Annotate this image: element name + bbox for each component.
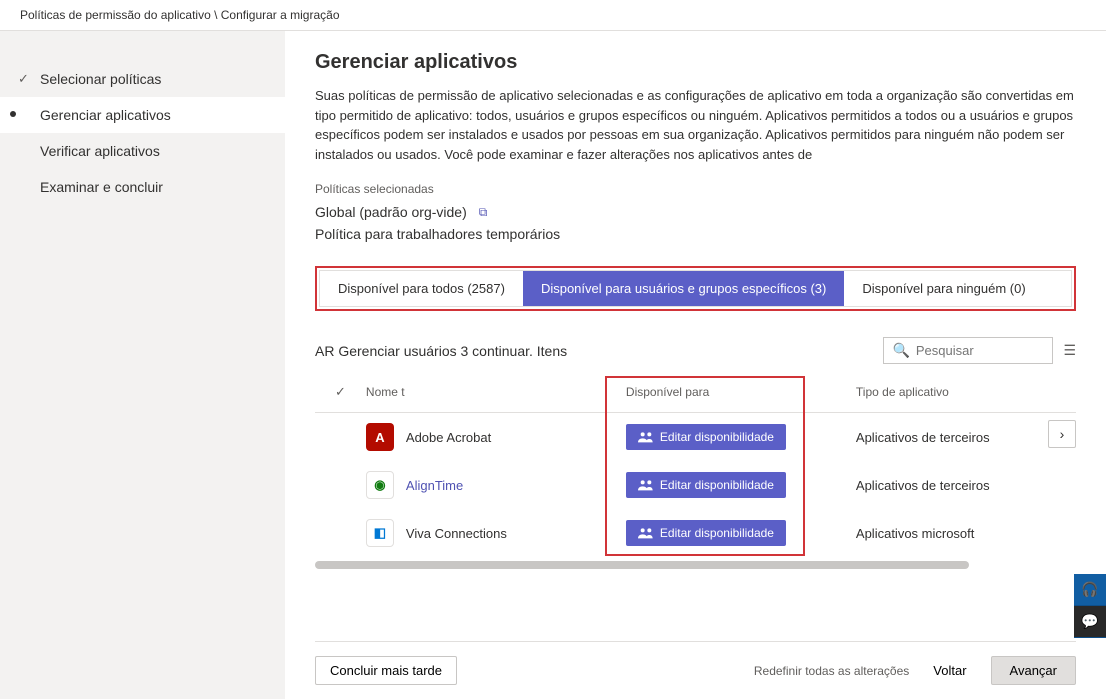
app-type: Aplicativos de terceiros [846, 413, 1076, 462]
side-action-bar: 🎧 💬 [1074, 574, 1106, 638]
tab-available-specific[interactable]: Disponível para usuários e grupos especí… [523, 271, 844, 306]
search-icon: 🔍 [892, 342, 909, 359]
edit-availability-button[interactable]: Editar disponibilidade [626, 520, 786, 546]
search-input[interactable] [916, 343, 1045, 358]
availability-tabs: Disponível para todos (2587) Disponível … [319, 270, 1072, 307]
edit-availability-button[interactable]: Editar disponibilidade [626, 472, 786, 498]
page-description: Suas políticas de permissão de aplicativ… [315, 86, 1076, 164]
app-type: Aplicativos de terceiros [846, 461, 1076, 509]
table-row[interactable]: A Adobe Acrobat Editar disponibilidade A… [315, 413, 1076, 462]
people-icon [638, 479, 654, 491]
app-icon-viva: ◧ [366, 519, 394, 547]
wizard-footer: Concluir mais tarde Redefinir todas as a… [315, 641, 1076, 699]
apps-table-area: › ✓ Nome t Disponível para Tipo de aplic… [315, 372, 1076, 569]
people-icon [638, 527, 654, 539]
app-type: Aplicativos microsoft [846, 509, 1076, 557]
step-verify-apps[interactable]: Verificar aplicativos [0, 133, 285, 169]
apps-table: ✓ Nome t Disponível para Tipo de aplicat… [315, 372, 1076, 557]
main-content: Gerenciar aplicativos Suas políticas de … [285, 31, 1106, 699]
table-toolbar: AR Gerenciar usuários 3 continuar. Itens… [315, 329, 1076, 372]
table-row[interactable]: ◧ Viva Connections Editar disponibilidad… [315, 509, 1076, 557]
app-icon-acrobat: A [366, 423, 394, 451]
edit-availability-button[interactable]: Editar disponibilidade [626, 424, 786, 450]
next-button[interactable]: Avançar [991, 656, 1076, 685]
tab-available-all[interactable]: Disponível para todos (2587) [320, 271, 523, 306]
column-name[interactable]: Nome t [356, 372, 616, 413]
finish-later-button[interactable]: Concluir mais tarde [315, 656, 457, 685]
step-select-policies[interactable]: Selecionar políticas [0, 61, 285, 97]
column-available[interactable]: Disponível para [616, 372, 846, 413]
app-name: Adobe Acrobat [406, 430, 491, 445]
help-headset-icon[interactable]: 🎧 [1074, 574, 1106, 606]
feedback-chat-icon[interactable]: 💬 [1074, 606, 1106, 638]
horizontal-scrollbar[interactable] [315, 561, 969, 569]
back-button[interactable]: Voltar [919, 657, 980, 684]
column-type[interactable]: Tipo de aplicativo [846, 372, 1076, 413]
breadcrumb: Políticas de permissão do aplicativo \ C… [0, 0, 1106, 31]
page-title: Gerenciar aplicativos [315, 51, 1076, 74]
filter-icon[interactable]: ☰ [1063, 342, 1076, 359]
wizard-sidebar: Selecionar políticas Gerenciar aplicativ… [0, 31, 285, 699]
reset-changes-link[interactable]: Redefinir todas as alterações [754, 664, 909, 678]
policy-global: Global (padrão org-vide) ⧉ [315, 204, 1076, 220]
step-manage-apps[interactable]: Gerenciar aplicativos [0, 97, 285, 133]
app-icon-aligntime: ◉ [366, 471, 394, 499]
search-box[interactable]: 🔍 [883, 337, 1053, 364]
app-name-link[interactable]: AlignTime [406, 478, 463, 493]
step-review-finish[interactable]: Examinar e concluir [0, 169, 285, 205]
tabs-highlight-box: Disponível para todos (2587) Disponível … [315, 266, 1076, 311]
scroll-right-button[interactable]: › [1048, 420, 1076, 448]
selected-policies-label: Políticas selecionadas [315, 182, 1076, 196]
external-link-icon[interactable]: ⧉ [479, 205, 488, 220]
people-icon [638, 431, 654, 443]
sort-indicator: t [401, 385, 404, 399]
app-name: Viva Connections [406, 526, 507, 541]
toolbar-text: AR Gerenciar usuários 3 continuar. Itens [315, 343, 567, 359]
policy-name: Política para trabalhadores temporários [315, 226, 560, 242]
select-all-check-icon[interactable]: ✓ [335, 384, 346, 399]
tab-available-none[interactable]: Disponível para ninguém (0) [844, 271, 1043, 306]
policy-temp-workers: Política para trabalhadores temporários [315, 226, 1076, 242]
table-row[interactable]: ◉ AlignTime Editar disponibilidade Aplic… [315, 461, 1076, 509]
policy-name: Global (padrão org-vide) [315, 204, 467, 220]
